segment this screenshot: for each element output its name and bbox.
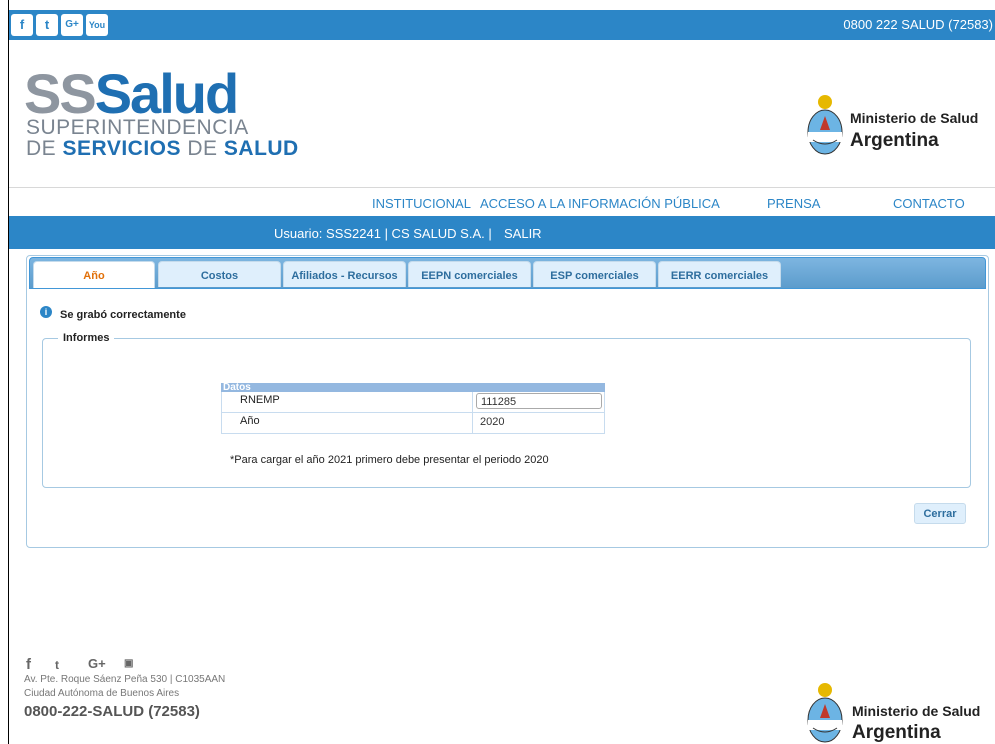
- logo-de-2: DE: [187, 137, 218, 160]
- footer-ministry-name: Ministerio de Salud: [852, 703, 981, 719]
- coat-of-arms-icon: [807, 95, 843, 155]
- facebook-icon[interactable]: f: [11, 14, 33, 36]
- top-bar: f t G+ You 0800 222 SALUD (72583): [9, 10, 995, 40]
- tab-afiliados-recursos[interactable]: Afiliados - Recursos: [283, 261, 406, 287]
- tab-esp-comerciales[interactable]: ESP comerciales: [533, 261, 656, 287]
- nav-contacto[interactable]: CONTACTO: [893, 196, 965, 211]
- logo-subtitle-2: DE SERVICIOS DE SALUD: [26, 137, 299, 161]
- logo-salud-2: SALUD: [223, 137, 299, 160]
- info-icon: i: [40, 306, 52, 318]
- ano-value: 2020: [480, 416, 505, 428]
- nav-institucional[interactable]: INSTITUCIONAL: [372, 196, 471, 211]
- youtube-icon[interactable]: You: [86, 14, 108, 36]
- logout-link[interactable]: SALIR: [504, 226, 542, 241]
- header-separator: [9, 187, 995, 188]
- tab-eepn-comerciales[interactable]: EEPN comerciales: [408, 261, 531, 287]
- table-row-rnemp: RNEMP 111285: [221, 392, 605, 413]
- google-plus-icon[interactable]: G+: [61, 14, 83, 36]
- table-header: Datos: [221, 383, 605, 393]
- column-divider: [472, 413, 473, 433]
- user-info: Usuario: SSS2241 | CS SALUD S.A. |: [274, 226, 492, 241]
- footer-twitter-icon[interactable]: t: [55, 658, 59, 672]
- twitter-icon[interactable]: t: [36, 14, 58, 36]
- rnemp-label: RNEMP: [240, 394, 280, 406]
- info-note: *Para cargar el año 2021 primero debe pr…: [230, 454, 549, 466]
- footer-coat-of-arms-icon: [807, 683, 843, 743]
- nav-acceso-informacion[interactable]: ACCESO A LA INFORMACIÓN PÚBLICA: [480, 196, 720, 211]
- page-border: [8, 0, 9, 744]
- success-message: Se grabó correctamente: [60, 309, 186, 321]
- tab-eerr-comerciales[interactable]: EERR comerciales: [658, 261, 781, 287]
- footer-facebook-icon[interactable]: f: [26, 656, 31, 673]
- ano-label: Año: [240, 415, 260, 427]
- nav-prensa[interactable]: PRENSA: [767, 196, 820, 211]
- sssalud-logo[interactable]: SSSalud: [24, 66, 239, 122]
- ministry-country: Argentina: [850, 130, 939, 151]
- logo-servicios: SERVICIOS: [62, 137, 182, 160]
- informes-legend: Informes: [58, 332, 115, 344]
- footer-city: Ciudad Autónoma de Buenos Aires: [24, 688, 180, 699]
- user-bar: Usuario: SSS2241 | CS SALUD S.A. | SALIR: [9, 216, 995, 249]
- footer-google-plus-icon[interactable]: G+: [88, 656, 106, 671]
- close-button[interactable]: Cerrar: [914, 503, 966, 524]
- tab-costos[interactable]: Costos: [158, 261, 281, 287]
- footer-address: Av. Pte. Roque Sáenz Peña 530 | C1035AAN: [24, 674, 226, 685]
- datos-table: Datos RNEMP 111285 Año 2020: [221, 383, 605, 434]
- tab-ano[interactable]: Año: [33, 261, 155, 288]
- footer-phone: 0800-222-SALUD (72583): [24, 703, 200, 720]
- column-divider: [472, 392, 473, 412]
- footer-ministry-country: Argentina: [852, 722, 941, 743]
- logo-de: DE: [26, 137, 57, 160]
- rnemp-field[interactable]: 111285: [476, 393, 602, 409]
- table-row-ano: Año 2020: [221, 413, 605, 434]
- top-phone: 0800 222 SALUD (72583): [843, 17, 993, 32]
- ministry-name: Ministerio de Salud: [850, 110, 979, 126]
- footer-youtube-icon[interactable]: ▣: [124, 658, 133, 669]
